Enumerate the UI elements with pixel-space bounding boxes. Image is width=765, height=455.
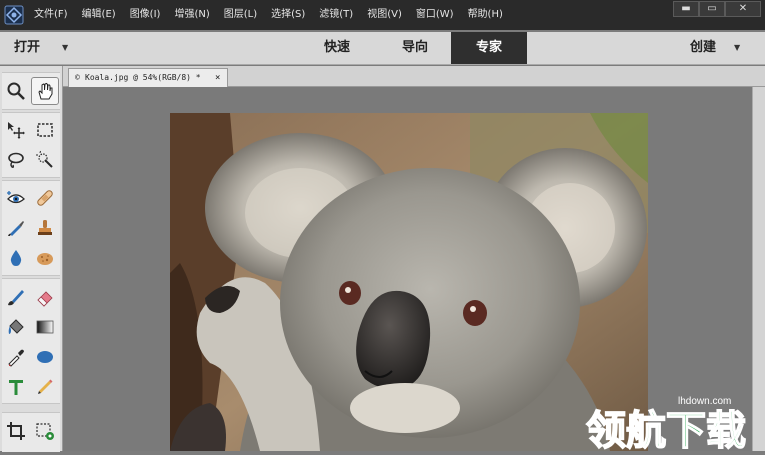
menu-view[interactable]: 视图(V) [367, 0, 402, 30]
brush-tool[interactable] [3, 284, 29, 310]
gradient-icon [36, 320, 54, 334]
tab-quick[interactable]: 快速 [306, 32, 368, 64]
watermark-logo-text: 领航下载 [586, 408, 746, 451]
pencil-tool[interactable] [32, 374, 58, 400]
paint-bucket-tool[interactable] [3, 314, 29, 340]
stamp-icon [38, 220, 52, 235]
zoom-tool[interactable] [3, 78, 29, 104]
menu-edit[interactable]: 编辑(E) [82, 0, 116, 30]
clone-stamp-tool[interactable] [32, 215, 58, 241]
crop-tool[interactable] [3, 418, 29, 444]
move-tool[interactable] [3, 117, 29, 143]
crop-icon [7, 422, 25, 440]
sponge-icon [37, 253, 53, 265]
eraser-tool[interactable] [32, 284, 58, 310]
tool-group-select [2, 112, 60, 178]
document-tab[interactable]: © Koala.jpg @ 54%(RGB/8) * × [68, 68, 228, 87]
open-dropdown-icon[interactable]: ▼ [62, 32, 68, 64]
pencil-icon [38, 379, 53, 394]
app-logo-icon [4, 5, 24, 25]
paintbrush-icon [8, 290, 24, 306]
menu-layer[interactable]: 图层(L) [224, 0, 257, 30]
magnifier-icon [7, 82, 25, 100]
sponge-tool[interactable] [32, 245, 58, 271]
vertical-scrollbar[interactable] [752, 87, 765, 451]
close-icon[interactable]: × [215, 69, 220, 87]
blur-tool[interactable] [3, 245, 29, 271]
document-title: Koala.jpg @ 54%(RGB/8) * [85, 73, 201, 82]
type-t-icon [9, 380, 23, 395]
hand-icon [38, 82, 53, 100]
marquee-icon [37, 123, 53, 137]
menu-bar: 文件(F) 编辑(E) 图像(I) 增强(N) 图层(L) 选择(S) 滤镜(T… [0, 0, 765, 30]
tool-group-view [2, 72, 60, 110]
paint-bucket-icon [8, 319, 24, 334]
menu-select[interactable]: 选择(S) [271, 0, 305, 30]
eraser-icon [37, 291, 53, 307]
create-button[interactable]: 创建 [690, 32, 716, 64]
brush-icon [8, 221, 24, 236]
tab-expert[interactable]: 专家 [451, 32, 527, 64]
ellipse-icon [37, 351, 53, 363]
close-button[interactable]: ✕ [725, 1, 761, 17]
menu-window[interactable]: 窗口(W) [416, 0, 454, 30]
toolbox [0, 66, 63, 452]
magic-wand-icon [36, 150, 53, 168]
menu-filter[interactable]: 滤镜(T) [319, 0, 353, 30]
move-arrows-icon [8, 122, 25, 139]
tool-group-enhance [2, 180, 60, 276]
menu-file[interactable]: 文件(F) [34, 0, 68, 30]
type-tool[interactable] [3, 374, 29, 400]
lasso-tool[interactable] [3, 147, 29, 173]
bandage-icon [37, 190, 53, 206]
tab-guided[interactable]: 导向 [384, 32, 446, 64]
shape-tool[interactable] [32, 344, 58, 370]
menu-help[interactable]: 帮助(H) [468, 0, 503, 30]
create-dropdown-icon[interactable]: ▼ [734, 32, 740, 64]
menu-enhance[interactable]: 增强(N) [174, 0, 209, 30]
eyedropper-tool[interactable] [3, 344, 29, 370]
rectangular-marquee-tool[interactable] [32, 117, 58, 143]
koala-photo [170, 113, 648, 451]
recompose-icon [36, 423, 54, 440]
hand-tool[interactable] [31, 77, 59, 105]
smart-brush-tool[interactable] [3, 215, 29, 241]
document-tab-strip: © Koala.jpg @ 54%(RGB/8) * × [63, 66, 765, 87]
minimize-button[interactable]: ▬ [673, 1, 699, 17]
spot-healing-brush-tool[interactable] [32, 185, 58, 211]
red-eye-tool[interactable] [3, 185, 29, 211]
eyedropper-icon [8, 349, 24, 367]
watermark-logo: 领航下载 [584, 404, 765, 455]
tool-group-modify [2, 412, 60, 452]
eye-icon [7, 191, 25, 204]
recompose-tool[interactable] [32, 418, 58, 444]
tool-group-draw [2, 278, 60, 404]
menu-image[interactable]: 图像(I) [130, 0, 161, 30]
mode-bar: 打开 ▼ 快速 导向 专家 创建 ▼ [0, 32, 765, 65]
gradient-tool[interactable] [32, 314, 58, 340]
lasso-icon [8, 152, 24, 168]
quick-selection-tool[interactable] [32, 147, 58, 173]
document-icon: © [75, 73, 80, 82]
water-drop-icon [10, 250, 22, 266]
open-button[interactable]: 打开 [14, 32, 40, 64]
maximize-button[interactable]: ▭ [699, 1, 725, 17]
